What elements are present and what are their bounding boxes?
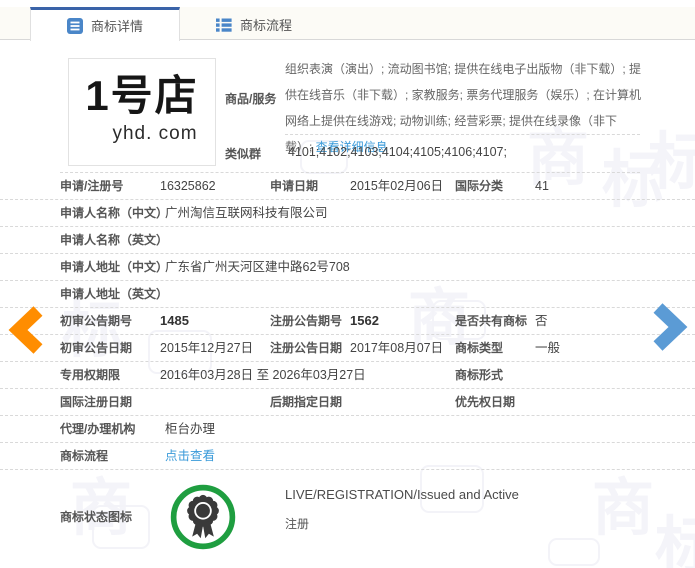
applicant-addr-en-label: 申请人地址（英文） (60, 287, 169, 301)
app-date-label: 申请日期 (270, 179, 319, 193)
similar-group-label: 类似群 (225, 147, 262, 161)
exclusive-period-label: 专用权期限 (60, 368, 121, 382)
priority-date-label: 优先权日期 (455, 395, 516, 409)
table-row: 代理/办理机构 柜台办理 (0, 416, 695, 443)
next-arrow-button[interactable] (650, 303, 688, 351)
reg-no-label: 申请/注册号 (60, 179, 124, 193)
reg-pub-date-value: 2017年08月07日 (350, 341, 444, 355)
table-row: 申请人地址（中文） 广东省广州天河区建中路62号708 (0, 254, 695, 281)
reg-pub-date-label: 注册公告日期 (270, 341, 343, 355)
reg-pub-no-value: 1562 (350, 313, 379, 328)
tab-label: 商标流程 (240, 18, 293, 33)
tab-label: 商标详情 (91, 19, 144, 34)
status-text-cn: 注册 (285, 517, 310, 531)
list-icon (216, 18, 232, 32)
trademark-type-label: 商标类型 (455, 341, 504, 355)
agency-value: 柜台办理 (165, 422, 216, 436)
applicant-name-cn-label: 申请人名称（中文） (60, 206, 169, 220)
goods-services-label: 商品/服务 (225, 92, 277, 106)
intl-reg-date-label: 国际注册日期 (60, 395, 133, 409)
trademark-logo-subtitle: yhd. com (112, 123, 198, 144)
table-row: 申请人名称（中文） 广州淘信互联网科技有限公司 (0, 200, 695, 227)
applicant-name-cn-value: 广州淘信互联网科技有限公司 (165, 206, 328, 220)
trademark-image: 1号店 yhd. com (68, 58, 216, 166)
table-row: 申请人名称（英文） (0, 227, 695, 254)
intl-class-value: 41 (535, 179, 549, 193)
divider (285, 134, 640, 135)
document-icon (67, 17, 83, 34)
table-row: 专用权期限 2016年03月28日 至 2026年03月27日 商标形式 (0, 362, 695, 389)
shared-trademark-value: 否 (535, 314, 548, 328)
applicant-addr-cn-value: 广东省广州天河区建中路62号708 (165, 260, 350, 274)
exclusive-period-value: 2016年03月28日 至 2026年03月27日 (160, 368, 366, 382)
intl-class-label: 国际分类 (455, 179, 504, 193)
status-text-en: LIVE/REGISTRATION/Issued and Active (285, 487, 519, 502)
table-row: 国际注册日期 后期指定日期 优先权日期 (0, 389, 695, 416)
first-trial-date-label: 初审公告日期 (60, 341, 133, 355)
first-trial-no-value: 1485 (160, 313, 189, 328)
status-icon-label: 商标状态图标 (60, 510, 133, 524)
trademark-logo-title: 1号店 (85, 72, 199, 119)
reg-no-value: 16325862 (160, 179, 216, 193)
agency-label: 代理/办理机构 (60, 422, 136, 436)
late-designation-date-label: 后期指定日期 (270, 395, 343, 409)
reg-pub-no-label: 注册公告期号 (270, 314, 343, 328)
table-row: 初审公告日期 2015年12月27日 注册公告日期 2017年08月07日 商标… (0, 335, 695, 362)
tab-trademark-detail[interactable]: 商标详情 (30, 7, 181, 41)
table-row: 商标流程 点击查看 (0, 443, 695, 470)
trademark-detail-page: 商 标 商 标 商 标 商 标 商标详情 商标流程 1号店 yhd. com 商… (0, 0, 695, 568)
applicant-name-en-label: 申请人名称（英文） (60, 233, 169, 247)
goods-section: 1号店 yhd. com 商品/服务 组织表演（演出）; 流动图书馆; 提供在线… (60, 40, 641, 173)
trademark-detail-panel: 1号店 yhd. com 商品/服务 组织表演（演出）; 流动图书馆; 提供在线… (0, 40, 695, 563)
trademark-type-value: 一般 (535, 341, 561, 355)
tab-bar: 商标详情 商标流程 (0, 7, 695, 41)
table-row: 申请人地址（英文） (0, 281, 695, 308)
view-flow-link[interactable]: 点击查看 (165, 449, 215, 463)
similar-group-value: 4101;4102;4103;4104;4105;4106;4107; (288, 145, 507, 159)
previous-arrow-button[interactable] (8, 306, 46, 354)
first-trial-date-value: 2015年12月27日 (160, 341, 254, 355)
table-row: 申请/注册号 16325862 申请日期 2015年02月06日 国际分类 41 (0, 173, 695, 200)
applicant-addr-cn-label: 申请人地址（中文） (60, 260, 169, 274)
table-row: 初审公告期号 1485 注册公告期号 1562 是否共有商标 否 (0, 308, 695, 335)
trademark-form-label: 商标形式 (455, 368, 504, 382)
tab-trademark-flow[interactable]: 商标流程 (180, 7, 328, 39)
app-date-value: 2015年02月06日 (350, 179, 444, 193)
status-section: 商标状态图标 LIVE/REGISTRATION/Issued and Acti… (0, 470, 695, 563)
shared-trademark-label: 是否共有商标 (455, 314, 528, 328)
first-trial-no-label: 初审公告期号 (60, 314, 133, 328)
trademark-flow-label: 商标流程 (60, 449, 109, 463)
registered-medal-icon (170, 484, 236, 549)
